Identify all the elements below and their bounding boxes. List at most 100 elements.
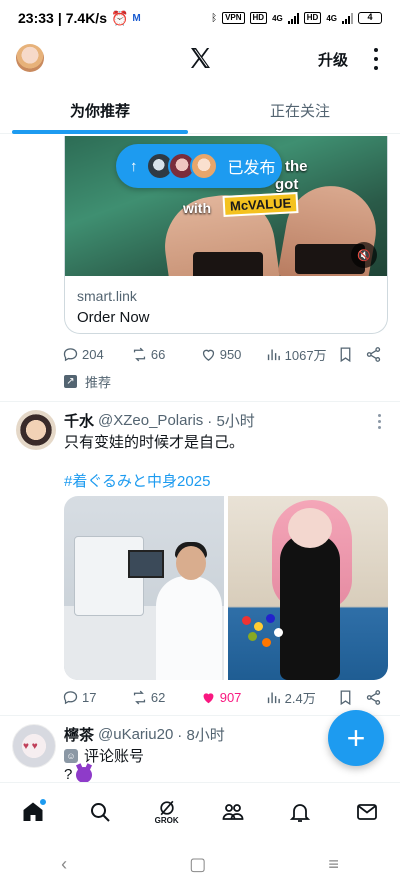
- share-button[interactable]: [365, 346, 382, 363]
- bottom-nav: GROK: [0, 782, 400, 840]
- ad-cta[interactable]: Order Now: [77, 309, 150, 326]
- hashtag-link[interactable]: #着ぐるみと中身2025: [64, 470, 210, 491]
- feed-tabs: 为你推荐 正在关注: [0, 88, 400, 134]
- author-handle[interactable]: @uKariu20: [98, 726, 173, 743]
- menu-icon[interactable]: ≡: [328, 854, 339, 875]
- arrow-up-icon: ↑: [130, 157, 138, 175]
- ad-domain: smart.link: [77, 288, 137, 304]
- signal-icon-1: [287, 12, 299, 24]
- account-label: ☺ 评论账号: [64, 745, 144, 766]
- heart-filled-icon: [203, 692, 214, 703]
- ad-image-badge: McVALUE: [222, 192, 299, 217]
- like-count: 907: [219, 689, 242, 705]
- promoted-label: ↗ 推荐: [64, 372, 111, 391]
- system-nav: ‹ ▢ ≡: [0, 840, 400, 888]
- share-icon: [366, 689, 381, 705]
- bookmark-icon: [341, 689, 351, 705]
- repost-icon: [133, 690, 145, 704]
- top-header: 升级: [0, 36, 400, 82]
- home-square-icon[interactable]: ▢: [189, 854, 206, 875]
- plus-icon: +: [346, 719, 366, 756]
- tweet-header: 千水 @XZeo_Polaris · 5小时: [64, 410, 255, 431]
- views-button[interactable]: 2.4万: [265, 688, 338, 707]
- compose-button[interactable]: +: [328, 710, 384, 766]
- author-avatar[interactable]: [16, 410, 56, 450]
- nav-home[interactable]: [13, 792, 53, 832]
- views-icon: [267, 349, 280, 360]
- reply-icon: [63, 347, 78, 361]
- like-button[interactable]: 907: [200, 689, 265, 706]
- ad-image-text-3: with: [183, 200, 211, 216]
- bot-badge-icon: ☺: [64, 748, 78, 763]
- search-icon: [90, 802, 110, 822]
- repost-button[interactable]: 62: [131, 689, 200, 706]
- repost-icon: [133, 347, 145, 361]
- tweet-time: · 5小时: [207, 413, 255, 430]
- views-count: 1067万: [284, 347, 327, 363]
- upgrade-button[interactable]: 升级: [318, 49, 348, 70]
- vpn-badge: VPN: [222, 12, 245, 24]
- mute-icon[interactable]: 🔇: [351, 242, 377, 268]
- tweet-more-icon[interactable]: [378, 414, 382, 429]
- pill-avatar: [189, 152, 218, 180]
- tab-following[interactable]: 正在关注: [200, 88, 400, 133]
- author-name[interactable]: 千水: [64, 410, 94, 431]
- bookmark-button[interactable]: [337, 346, 365, 363]
- repost-count: 66: [150, 346, 166, 362]
- nav-communities[interactable]: [213, 792, 253, 832]
- author-handle[interactable]: @XZeo_Polaris: [98, 412, 203, 429]
- back-icon[interactable]: ‹: [61, 854, 67, 875]
- status-net-speed: 7.4K/s: [65, 10, 107, 26]
- reply-count: 204: [82, 346, 104, 362]
- like-count: 950: [219, 346, 242, 362]
- tweet-text: ?: [64, 766, 93, 784]
- author-name[interactable]: 檸茶: [64, 724, 94, 745]
- tweet-image[interactable]: [228, 496, 388, 680]
- profile-avatar[interactable]: [16, 44, 44, 72]
- bookmark-button[interactable]: [337, 689, 365, 706]
- x-logo-icon[interactable]: [188, 46, 212, 70]
- reply-icon: [63, 690, 78, 704]
- status-bar: 23:33 | 7.4K/s ⏰ M ᛒ VPN HD 4G HD 4G 4: [0, 0, 400, 36]
- repost-button[interactable]: 66: [131, 346, 200, 363]
- communities-icon: [222, 803, 244, 820]
- nav-notifications[interactable]: [280, 792, 320, 832]
- share-icon: [366, 346, 381, 362]
- mail-notify-icon: M: [132, 12, 141, 24]
- tab-for-you[interactable]: 为你推荐: [0, 88, 200, 134]
- repost-count: 62: [150, 689, 166, 705]
- bookmark-icon: [341, 346, 351, 362]
- like-button[interactable]: 950: [200, 346, 265, 363]
- battery-icon: 4: [358, 12, 382, 24]
- author-avatar[interactable]: ♥ ♥: [12, 724, 56, 768]
- network-type-2: 4G: [326, 13, 337, 23]
- status-time: 23:33: [18, 10, 54, 26]
- nav-grok[interactable]: GROK: [147, 792, 187, 832]
- views-button[interactable]: 1067万: [265, 345, 338, 364]
- new-posts-label: 已发布: [227, 160, 276, 177]
- ad-action-bar: 204 66 950 1067万: [62, 342, 382, 366]
- ad-image-text-2: got: [275, 176, 299, 193]
- more-options-icon[interactable]: [371, 48, 381, 70]
- heart-icon: [202, 349, 214, 361]
- views-count: 2.4万: [284, 690, 316, 706]
- tweet-text: 只有变娃的时候才是自己。: [64, 434, 245, 451]
- share-button[interactable]: [365, 689, 382, 706]
- bell-icon: [289, 803, 311, 822]
- nav-messages[interactable]: [347, 792, 387, 832]
- hd-badge-2: HD: [303, 12, 322, 24]
- feed-divider: [0, 401, 400, 402]
- new-posts-pill[interactable]: ↑ 已发布: [116, 144, 282, 188]
- reply-button[interactable]: 17: [62, 689, 131, 706]
- promoted-icon: ↗: [64, 375, 77, 388]
- mail-icon: [356, 803, 377, 820]
- reply-button[interactable]: 204: [62, 346, 131, 363]
- reply-count: 17: [82, 689, 97, 705]
- nav-search[interactable]: [80, 792, 120, 832]
- grok-icon: [159, 800, 174, 816]
- ad-image-text-1: the: [285, 158, 308, 175]
- tweet-image[interactable]: [64, 496, 224, 680]
- hd-badge-1: HD: [249, 12, 268, 24]
- tweet-time: · 8小时: [177, 727, 225, 744]
- account-label-text: 评论账号: [84, 748, 145, 765]
